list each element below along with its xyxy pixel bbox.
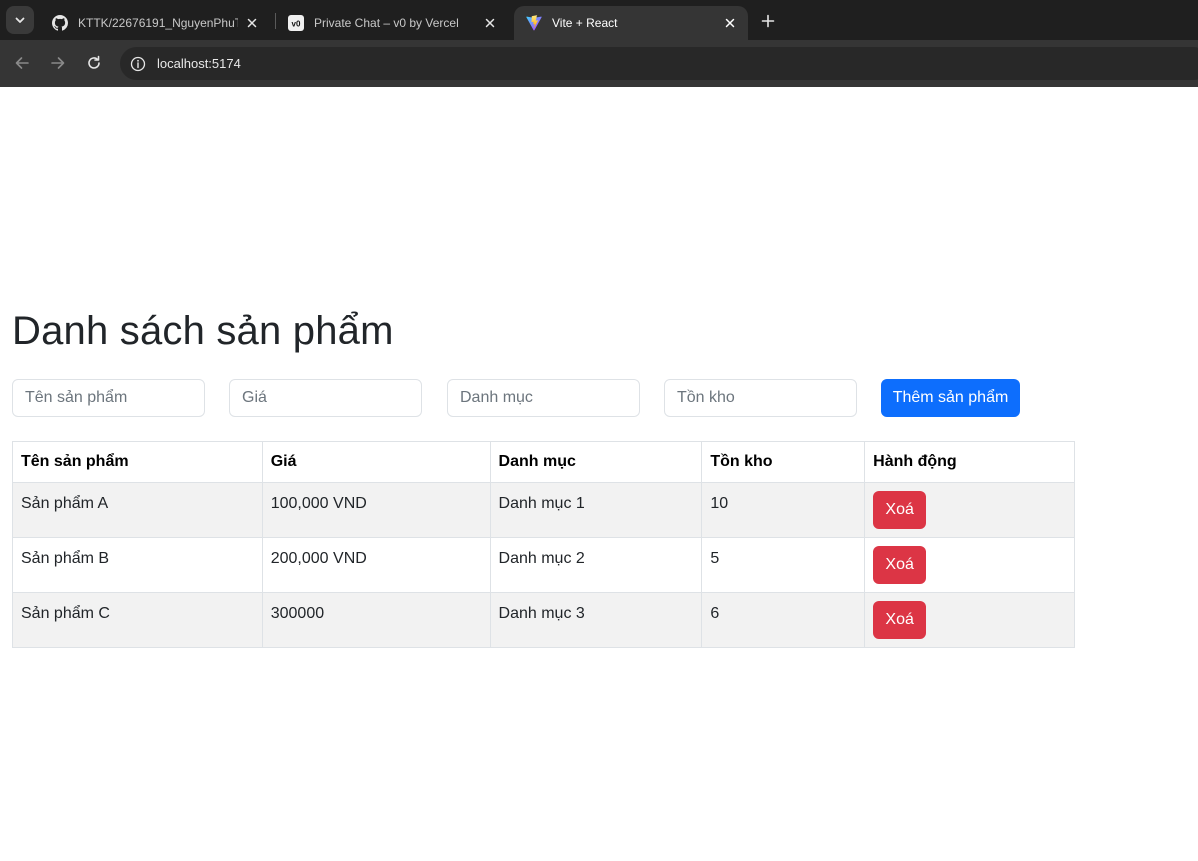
product-table: Tên sản phẩm Giá Danh mục Tồn kho Hành đ… (12, 441, 1075, 648)
browser-toolbar: localhost:5174 (0, 40, 1198, 87)
arrow-right-icon (51, 57, 65, 69)
close-icon[interactable] (482, 15, 498, 31)
column-header-category: Danh mục (489, 441, 703, 483)
cell-price: 200,000 VND (261, 537, 491, 593)
address-bar[interactable]: localhost:5174 (120, 47, 1198, 80)
cell-category: Danh mục 1 (489, 482, 703, 538)
vite-icon (526, 15, 542, 31)
new-tab-button[interactable] (756, 9, 780, 33)
cell-action: Xoá (864, 537, 1075, 593)
cell-category: Danh mục 2 (489, 537, 703, 593)
delete-button[interactable]: Xoá (873, 546, 927, 584)
back-button[interactable] (9, 50, 35, 76)
github-icon (52, 15, 68, 31)
table-header-row: Tên sản phẩm Giá Danh mục Tồn kho Hành đ… (12, 441, 1075, 483)
reload-icon (88, 55, 100, 69)
column-header-action: Hành động (864, 441, 1075, 483)
forward-button[interactable] (45, 50, 71, 76)
close-icon[interactable] (722, 15, 738, 31)
address-url: localhost:5174 (157, 56, 241, 71)
table-row: Sản phẩm A 100,000 VND Danh mục 1 10 Xoá (12, 482, 1075, 538)
chevron-down-icon (15, 17, 25, 23)
table-row: Sản phẩm B 200,000 VND Danh mục 2 5 Xoá (12, 537, 1075, 593)
tab-title: Vite + React (552, 16, 618, 30)
product-name-input[interactable] (12, 379, 205, 417)
cell-price: 100,000 VND (261, 482, 491, 538)
tab-title: KTTK/22676191_NguyenPhuTrie (78, 16, 238, 30)
cell-action: Xoá (864, 482, 1075, 538)
close-icon[interactable] (244, 15, 260, 31)
reload-button[interactable] (81, 50, 107, 76)
add-product-button[interactable]: Thêm sản phẩm (881, 379, 1020, 417)
column-header-name: Tên sản phẩm (12, 441, 263, 483)
category-input[interactable] (447, 379, 640, 417)
cell-action: Xoá (864, 592, 1075, 648)
cell-name: Sản phẩm A (12, 482, 263, 538)
v0-icon: v0 (288, 15, 304, 31)
cell-stock: 10 (701, 482, 866, 538)
cell-category: Danh mục 3 (489, 592, 703, 648)
cell-name: Sản phẩm C (12, 592, 263, 648)
page-title: Danh sách sản phẩm (12, 309, 394, 353)
arrow-left-icon (15, 57, 29, 69)
site-info-icon[interactable] (129, 55, 147, 73)
stock-input[interactable] (664, 379, 857, 417)
browser-tab-vite[interactable]: Vite + React (514, 6, 748, 40)
page-content: Danh sách sản phẩm Thêm sản phẩm Tên sản… (0, 87, 1198, 861)
delete-button[interactable]: Xoá (873, 601, 927, 639)
browser-tab-strip: KTTK/22676191_NguyenPhuTrie v0 Private C… (0, 0, 1198, 40)
cell-price: 300000 (261, 592, 491, 648)
tab-search-button[interactable] (6, 6, 34, 34)
svg-text:v0: v0 (292, 20, 301, 29)
table-row: Sản phẩm C 300000 Danh mục 3 6 Xoá (12, 592, 1075, 648)
browser-tab-v0[interactable]: v0 Private Chat – v0 by Vercel (276, 6, 508, 40)
tab-title: Private Chat – v0 by Vercel (314, 16, 459, 30)
plus-icon (761, 14, 775, 28)
cell-name: Sản phẩm B (12, 537, 263, 593)
delete-button[interactable]: Xoá (873, 491, 927, 529)
cell-stock: 6 (701, 592, 866, 648)
price-input[interactable] (229, 379, 422, 417)
cell-stock: 5 (701, 537, 866, 593)
column-header-price: Giá (261, 441, 491, 483)
column-header-stock: Tồn kho (701, 441, 866, 483)
browser-tab-github[interactable]: KTTK/22676191_NguyenPhuTrie (40, 6, 270, 40)
